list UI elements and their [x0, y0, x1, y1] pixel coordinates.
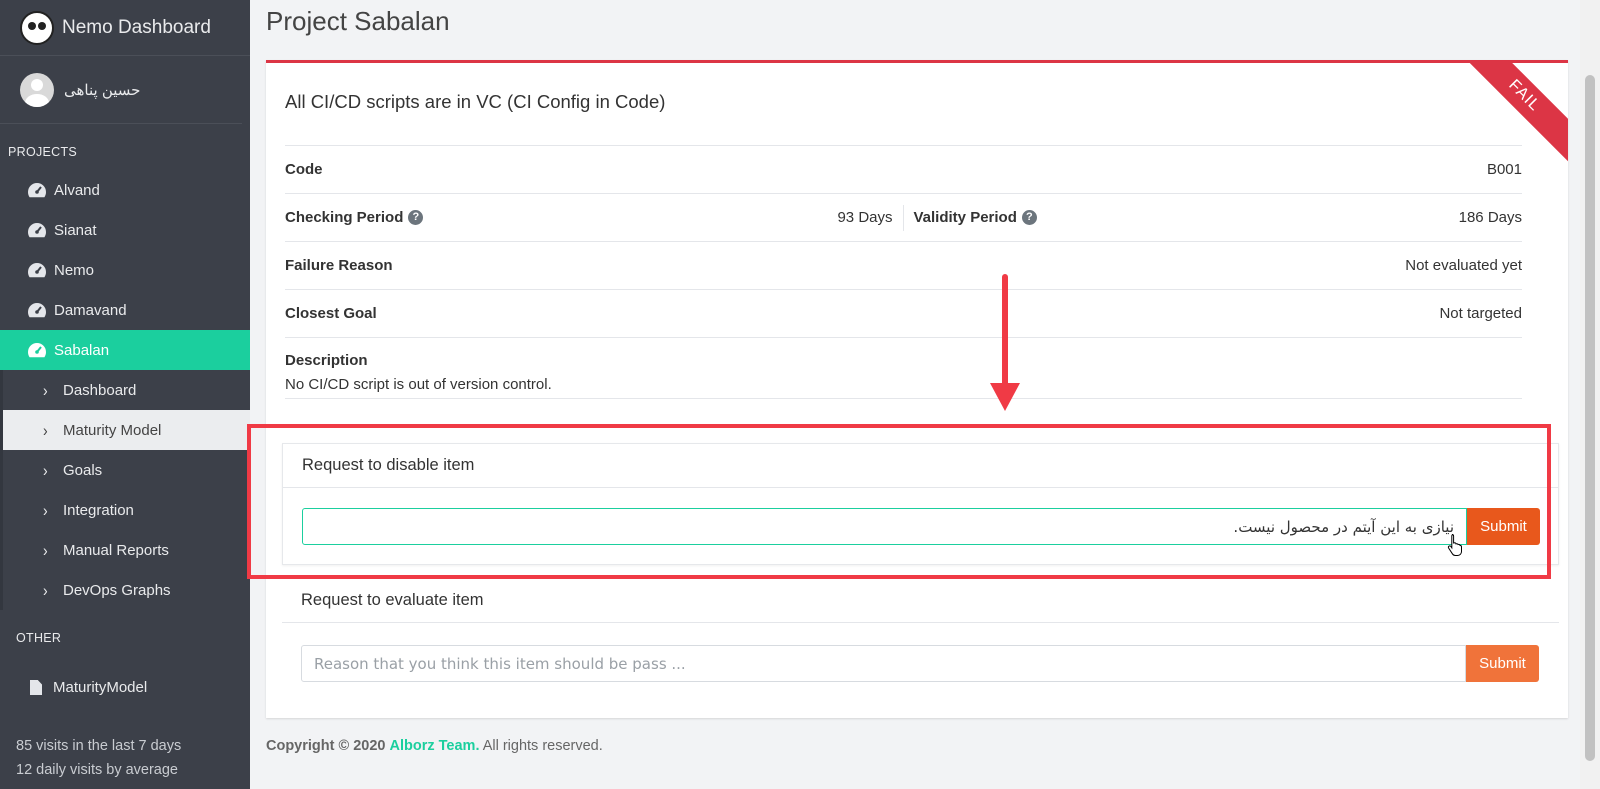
- sidebar-item-damavand[interactable]: Damavand: [0, 290, 250, 330]
- hand-cursor-icon: [1447, 534, 1462, 556]
- closest-goal-row: Closest Goal Not targeted: [285, 289, 1522, 337]
- disable-request-title: Request to disable item: [283, 444, 1558, 488]
- sidebar-subitem-manual-reports[interactable]: › Manual Reports: [0, 530, 250, 570]
- description-row: Description No CI/CD script is out of ve…: [285, 337, 1522, 399]
- sidebar-item-label: Alvand: [54, 181, 100, 199]
- description-label: Description: [285, 352, 368, 369]
- code-value: B001: [1486, 161, 1522, 178]
- checking-period-value: 93 Days: [837, 209, 893, 226]
- validity-period-value: 186 Days: [1458, 209, 1522, 226]
- question-circle-icon[interactable]: ?: [408, 210, 424, 225]
- code-label: Code: [285, 161, 323, 178]
- chevron-right-icon: ›: [43, 500, 48, 520]
- team-link[interactable]: Alborz Team.: [390, 738, 480, 754]
- sidebar-subitem-integration[interactable]: › Integration: [0, 490, 250, 530]
- copyright-text: Copyright © 2020: [266, 738, 386, 754]
- sidebar-subitem-label: Goals: [63, 461, 103, 479]
- visits-daily: 12 daily visits by average: [16, 762, 178, 778]
- closest-goal-label: Closest Goal: [285, 305, 377, 322]
- code-row: Code B001: [285, 145, 1522, 193]
- scrollbar-thumb[interactable]: [1585, 75, 1595, 761]
- sidebar: Nemo Dashboard حسین پناهی PROJECTS Alvan…: [0, 0, 250, 789]
- visits-week: 85 visits in the last 7 days: [16, 738, 182, 754]
- sidebar-item-label: Sabalan: [54, 341, 110, 359]
- avatar: [20, 72, 54, 107]
- sidebar-subitem-goals[interactable]: › Goals: [0, 450, 250, 490]
- app-title: Nemo Dashboard: [62, 16, 211, 38]
- chevron-right-icon: ›: [43, 540, 48, 560]
- validity-period-label: Validity Period: [913, 209, 1017, 226]
- page-title: Project Sabalan: [266, 6, 450, 36]
- question-circle-icon[interactable]: ?: [1021, 210, 1037, 225]
- sidebar-item-label: Nemo: [54, 261, 95, 279]
- validity-period: Validity Period ? 186 Days: [904, 194, 1523, 241]
- sidebar-item-label: Sianat: [54, 221, 97, 239]
- chevron-right-icon: ›: [43, 380, 48, 400]
- gauge-icon: [28, 263, 47, 278]
- sidebar-subitem-label: Manual Reports: [63, 541, 169, 559]
- sidebar-item-nemo[interactable]: Nemo: [0, 250, 250, 290]
- checking-period-label: Checking Period: [285, 209, 404, 226]
- sidebar-item-sianat[interactable]: Sianat: [0, 210, 250, 250]
- chevron-right-icon: ›: [43, 420, 48, 440]
- evaluate-submit-button[interactable]: Submit: [1466, 645, 1539, 682]
- closest-goal-value: Not targeted: [1439, 305, 1522, 322]
- visits-stats: 85 visits in the last 7 days 12 daily vi…: [16, 734, 181, 782]
- sidebar-subitem-label: Maturity Model: [63, 421, 162, 439]
- user-panel[interactable]: حسین پناهی: [0, 56, 242, 124]
- failure-reason-row: Failure Reason Not evaluated yet: [285, 241, 1522, 289]
- sidebar-item-label: MaturityModel: [53, 679, 148, 696]
- rights-text: All rights reserved.: [482, 738, 603, 754]
- gauge-icon: [28, 223, 47, 238]
- sidebar-subitem-label: Integration: [63, 501, 134, 519]
- failure-reason-value: Not evaluated yet: [1405, 257, 1522, 274]
- brand[interactable]: Nemo Dashboard: [0, 0, 250, 56]
- disable-request-form: Submit: [302, 508, 1540, 545]
- disable-request-panel: Request to disable item Submit: [282, 443, 1559, 565]
- file-icon: [30, 680, 42, 695]
- other-section-title: OTHER: [16, 631, 62, 645]
- sidebar-item-maturitymodel[interactable]: MaturityModel: [30, 679, 147, 696]
- main-content: Project Sabalan FAIL All CI/CD scripts a…: [250, 0, 1580, 789]
- sidebar-item-alvand[interactable]: Alvand: [0, 170, 250, 210]
- chevron-right-icon: ›: [43, 460, 48, 480]
- period-row: Checking Period ? 93 Days Validity Perio…: [285, 193, 1522, 241]
- item-title: All CI/CD scripts are in VC (CI Config i…: [285, 91, 666, 112]
- maturity-item-card: FAIL All CI/CD scripts are in VC (CI Con…: [266, 60, 1568, 718]
- evaluate-request-form: Submit: [301, 645, 1539, 682]
- evaluate-request-title: Request to evaluate item: [282, 579, 1559, 623]
- projects-section-title: PROJECTS: [8, 145, 78, 159]
- panda-logo-icon: [20, 10, 54, 45]
- gauge-icon: [28, 303, 47, 318]
- user-name: حسین پناهی: [64, 81, 141, 99]
- disable-submit-button[interactable]: Submit: [1467, 508, 1540, 545]
- sidebar-subitem-devops-graphs[interactable]: › DevOps Graphs: [0, 570, 250, 610]
- projects-menu: Alvand Sianat Nemo Damavand Sabalan › Da…: [0, 170, 250, 610]
- vertical-scrollbar[interactable]: [1580, 0, 1600, 789]
- checking-period: Checking Period ? 93 Days: [285, 204, 904, 231]
- failure-reason-label: Failure Reason: [285, 257, 393, 274]
- evaluate-reason-input[interactable]: [301, 645, 1466, 682]
- sidebar-item-label: Damavand: [54, 301, 127, 319]
- sidebar-subitem-dashboard[interactable]: › Dashboard: [0, 370, 250, 410]
- gauge-icon: [28, 343, 47, 358]
- annotation-arrow-shaft: [1002, 274, 1008, 386]
- annotation-arrow-head-icon: [990, 383, 1020, 411]
- sidebar-subitem-label: DevOps Graphs: [63, 581, 171, 599]
- sidebar-subitem-label: Dashboard: [63, 381, 137, 399]
- evaluate-request-panel: Request to evaluate item Submit: [282, 579, 1559, 703]
- sidebar-subitem-maturity-model[interactable]: › Maturity Model: [0, 410, 250, 450]
- gauge-icon: [28, 183, 47, 198]
- disable-reason-input[interactable]: [302, 508, 1467, 545]
- sidebar-item-sabalan[interactable]: Sabalan: [0, 330, 250, 370]
- footer: Copyright © 2020 Alborz Team. All rights…: [266, 738, 603, 754]
- chevron-right-icon: ›: [43, 580, 48, 600]
- description-value: No CI/CD script is out of version contro…: [285, 376, 552, 393]
